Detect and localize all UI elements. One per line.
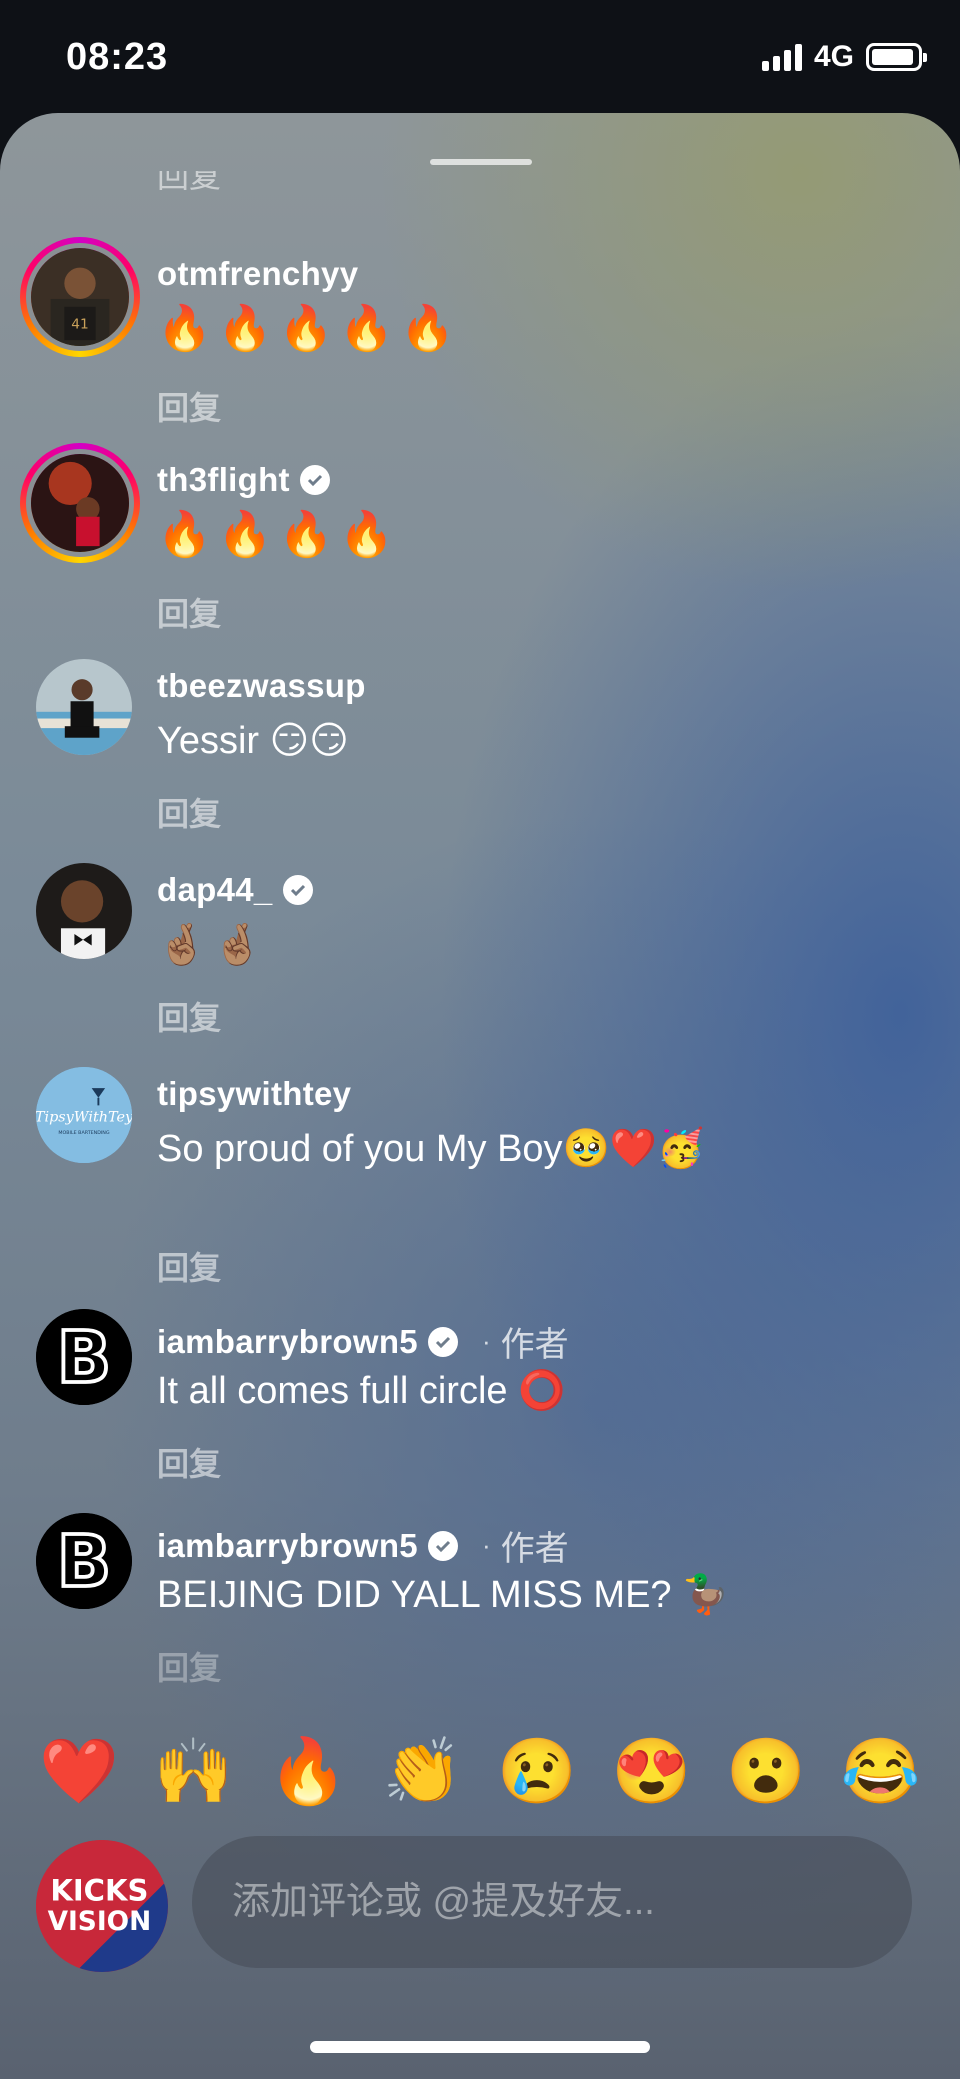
- reply-link[interactable]: 回复: [157, 993, 221, 1039]
- comment-header: iambarrybrown5 · 作者: [157, 1317, 569, 1366]
- comment-composer: KICKS VISION: [0, 1836, 960, 1976]
- reply-link[interactable]: 回复: [157, 789, 221, 835]
- network-label: 4G: [813, 40, 854, 73]
- reaction-crying-button[interactable]: 😢: [497, 1739, 577, 1803]
- avatar-brand-subtext: MOBILE BARTENDING: [58, 1130, 109, 1136]
- comment-header: dap44_: [157, 871, 313, 909]
- avatar-logo-text: B: [57, 1520, 111, 1603]
- b5-logo-icon: B: [36, 1513, 132, 1609]
- logo-line-2: VISION: [48, 1906, 152, 1937]
- brand-logo-icon: TipsyWithTey MOBILE BARTENDING: [36, 1067, 132, 1163]
- person-photo-icon: [36, 659, 132, 755]
- signal-icon: [761, 43, 802, 71]
- person-photo-icon: 41: [31, 248, 129, 346]
- sheet-drag-handle[interactable]: [430, 159, 532, 165]
- logo-line-1: KICKS: [50, 1874, 148, 1908]
- reply-link[interactable]: 回复: [157, 589, 221, 635]
- verified-badge-icon: [282, 875, 313, 905]
- home-indicator[interactable]: [310, 2041, 650, 2053]
- comment-header: tipsywithtey: [157, 1075, 351, 1113]
- avatar-otmfrenchyy[interactable]: 41: [20, 237, 140, 357]
- reaction-laughing-button[interactable]: 😂: [841, 1739, 921, 1803]
- verified-badge-icon: [427, 1530, 458, 1561]
- comments-sheet: 回复 41 otmfrenchyy 🔥🔥🔥🔥🔥 回复 th3flight 🔥🔥🔥…: [0, 113, 960, 2079]
- comment-username[interactable]: tipsywithtey: [157, 1075, 351, 1113]
- comment-header: iambarrybrown5 · 作者: [157, 1521, 569, 1570]
- comment-header: tbeezwassup: [157, 667, 366, 705]
- comment-username[interactable]: th3flight: [157, 461, 290, 499]
- comment-text: BEIJING DID YALL MISS ME? 🦆: [157, 1574, 730, 1616]
- svg-text:41: 41: [71, 316, 88, 332]
- separator-dot: ·: [481, 1530, 491, 1560]
- separator-dot: ·: [481, 1326, 491, 1356]
- reaction-heart-eyes-button[interactable]: 😍: [612, 1739, 692, 1803]
- comment-text: 🔥🔥🔥🔥: [157, 510, 401, 559]
- avatar-dap44[interactable]: [36, 863, 132, 959]
- reply-link[interactable]: 回复: [157, 1243, 221, 1289]
- avatar-th3flight[interactable]: [20, 443, 140, 563]
- comment-username[interactable]: iambarrybrown5: [157, 1323, 418, 1361]
- comment-username[interactable]: iambarrybrown5: [157, 1527, 418, 1565]
- status-bar: 08:23 4G: [0, 0, 960, 115]
- reaction-raised-hands-button[interactable]: 🙌: [154, 1739, 234, 1803]
- clock: 08:23: [66, 36, 169, 78]
- avatar-brand-text: TipsyWithTey: [36, 1110, 132, 1126]
- my-avatar[interactable]: KICKS VISION: [36, 1840, 168, 1972]
- avatar-logo-text: B: [57, 1316, 111, 1399]
- comment-text: It all comes full circle ⭕: [157, 1370, 566, 1412]
- comment-header: otmfrenchyy: [157, 255, 358, 293]
- avatar-iambarrybrown5[interactable]: B: [36, 1513, 132, 1609]
- status-icons: 4G: [761, 40, 927, 74]
- comment-text: So proud of you My Boy🥹❤️🥳: [157, 1128, 705, 1170]
- avatar-tipsywithtey[interactable]: TipsyWithTey MOBILE BARTENDING: [36, 1067, 132, 1163]
- reply-link[interactable]: 回复: [157, 1643, 221, 1689]
- verified-badge-icon: [299, 465, 330, 495]
- kicks-vision-logo-icon: KICKS VISION: [36, 1840, 168, 1972]
- battery-icon: [866, 43, 927, 71]
- comment-header: th3flight: [157, 461, 330, 499]
- author-tag: 作者: [500, 1530, 569, 1568]
- comment-input[interactable]: [192, 1836, 912, 1968]
- comment-text: Yessir 😏😏: [157, 720, 349, 762]
- reply-link[interactable]: 回复: [157, 383, 221, 429]
- b5-logo-icon: B: [36, 1309, 132, 1405]
- reaction-heart-button[interactable]: ❤️: [39, 1739, 119, 1803]
- comment-username[interactable]: otmfrenchyy: [157, 255, 358, 293]
- author-tag: 作者: [500, 1326, 569, 1364]
- comment-text: 🔥🔥🔥🔥🔥: [157, 304, 461, 353]
- person-photo-icon: [36, 863, 132, 959]
- quick-reaction-bar: ❤️ 🙌 🔥 👏 😢 😍 😮 😂: [0, 1716, 960, 1826]
- avatar-tbeezwassup[interactable]: [36, 659, 132, 755]
- dunk-photo-icon: [31, 454, 129, 552]
- comment-username[interactable]: dap44_: [157, 871, 273, 909]
- comment-username[interactable]: tbeezwassup: [157, 667, 366, 705]
- reaction-surprised-button[interactable]: 😮: [726, 1739, 806, 1803]
- reaction-fire-button[interactable]: 🔥: [268, 1739, 348, 1803]
- verified-badge-icon: [427, 1326, 458, 1357]
- previous-reply-link[interactable]: 回复: [157, 171, 357, 201]
- avatar-iambarrybrown5[interactable]: B: [36, 1309, 132, 1405]
- reaction-clap-button[interactable]: 👏: [383, 1739, 463, 1803]
- comment-text: 🤞🏽🤞🏽: [157, 923, 269, 967]
- reply-link[interactable]: 回复: [157, 1439, 221, 1485]
